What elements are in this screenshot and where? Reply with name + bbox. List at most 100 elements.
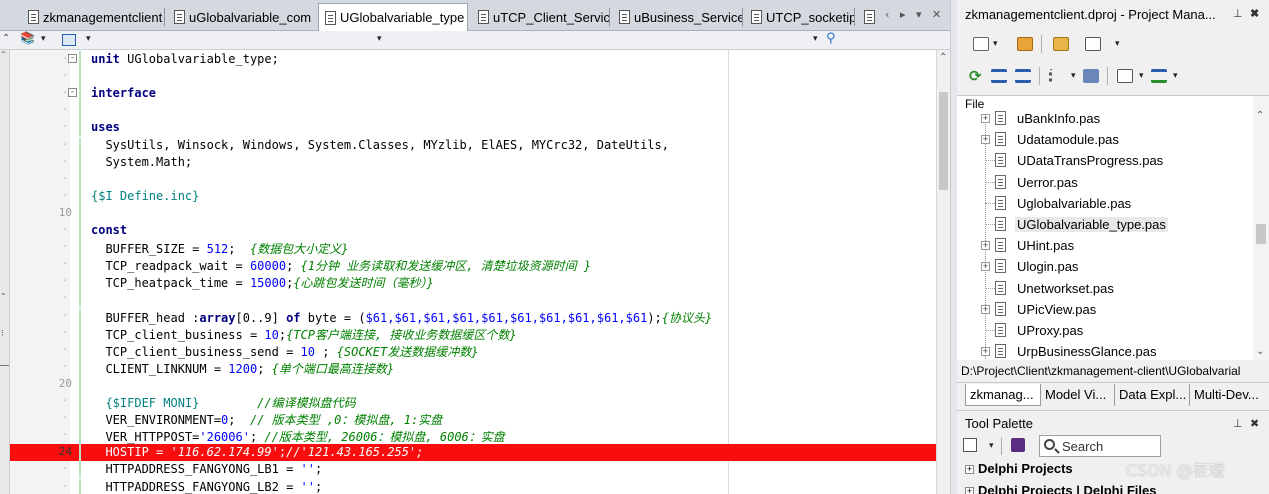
tab-zkmanagementclient[interactable]: zkmanagementclient xyxy=(22,5,165,29)
chevron-down-icon[interactable]: ▾ xyxy=(1173,71,1178,81)
code-line[interactable]: · SysUtils, Winsock, Windows, System.Cla… xyxy=(10,136,936,154)
tab-ubusiness-service[interactable]: uBusiness_Service xyxy=(613,5,743,29)
class-dropdown-arrow-icon[interactable]: ▾ xyxy=(377,34,382,44)
collapse-all-icon[interactable] xyxy=(1015,69,1031,83)
view-icon[interactable] xyxy=(1085,37,1101,51)
tab-project-manager[interactable]: zkmanag... xyxy=(965,384,1041,406)
code-line[interactable]: · xyxy=(10,290,936,308)
chevron-down-icon[interactable]: ▾ xyxy=(1115,39,1120,49)
editor-vertical-scrollbar[interactable]: ⌃ xyxy=(936,50,950,494)
collapse-arrow-icon[interactable]: ⌃ xyxy=(2,33,10,44)
code-line[interactable]: · BUFFER_head :array[0..9] of byte = ($6… xyxy=(10,307,936,325)
list-icon[interactable] xyxy=(1049,69,1065,83)
tree-item-file[interactable]: UProxy.pas xyxy=(981,320,1253,341)
build-icon[interactable] xyxy=(1083,69,1099,83)
expand-icon[interactable]: + xyxy=(981,135,990,145)
search-icon[interactable]: ⚲ xyxy=(826,31,836,46)
tree-item-file[interactable]: Uerror.pas xyxy=(981,172,1253,193)
tab-uglobalvariable-com[interactable]: uGlobalvariable_com xyxy=(168,5,316,29)
palette-category-delphi-projects[interactable]: + Delphi Projects xyxy=(965,461,1073,476)
chevron-down-icon[interactable]: ▾ xyxy=(989,441,994,451)
tree-item-file[interactable]: Unetworkset.pas xyxy=(981,278,1253,299)
add-file-icon[interactable] xyxy=(1017,37,1033,51)
code-line[interactable]: · xyxy=(10,170,936,188)
close-icon[interactable]: ✖ xyxy=(1250,417,1259,430)
code-line[interactable]: · - interface xyxy=(10,85,936,103)
code-line[interactable]: · System.Math; xyxy=(10,153,936,171)
code-line[interactable]: · xyxy=(10,102,936,120)
tab-data-explorer[interactable]: Data Expl... xyxy=(1115,384,1190,406)
code-line[interactable]: · TCP_readpack_wait = 60000; {1分钟 业务读取和发… xyxy=(10,256,936,274)
expand-icon[interactable]: + xyxy=(981,262,990,272)
fold-toggle-icon[interactable]: - xyxy=(68,54,77,63)
chevron-down-icon[interactable]: ▾ xyxy=(1139,71,1144,81)
expand-all-icon[interactable] xyxy=(991,69,1007,83)
tab-model-view[interactable]: Model Vi... xyxy=(1041,384,1115,406)
tree-item-file[interactable]: + uBankInfo.pas xyxy=(981,108,1253,129)
tab-scroll-left-icon[interactable]: ‹ xyxy=(885,8,889,21)
fold-toggle-icon[interactable]: - xyxy=(68,88,77,98)
expand-icon[interactable]: + xyxy=(965,487,974,494)
palette-category-delphi-files[interactable]: + Delphi Projects | Delphi Files xyxy=(965,483,1156,494)
configuration-icon[interactable] xyxy=(1117,69,1133,83)
close-icon[interactable]: ✕ xyxy=(932,8,941,21)
highlighted-code-line[interactable]: 24 HOSTIP = '116.62.174.99';//'121.43.16… xyxy=(10,444,936,462)
expand-icon[interactable]: + xyxy=(981,347,990,357)
code-line[interactable]: · TCP_client_business_send = 10 ; {SOCKE… xyxy=(10,341,936,359)
pin-icon[interactable]: ⊥ xyxy=(1233,417,1243,430)
chevron-down-icon[interactable]: ▾ xyxy=(993,39,998,49)
chevron-down-icon[interactable]: ▾ xyxy=(41,34,46,44)
code-line[interactable]: · BUFFER_SIZE = 512; {数据包大小定义} xyxy=(10,239,936,257)
code-line[interactable]: · VER_HTTPPOST='26006'; //版本类型, 26006：模拟… xyxy=(10,427,936,445)
code-line[interactable]: · TCP_client_business = 10;{TCP客户端连接, 接收… xyxy=(10,324,936,342)
code-line[interactable]: · HTTPADDRESS_FANGYONG_LB1 = ''; xyxy=(10,461,936,479)
new-item-icon[interactable] xyxy=(973,37,989,51)
tab-scroll-right-icon[interactable]: ▸ xyxy=(900,8,906,21)
code-line[interactable]: · {$I Define.inc} xyxy=(10,187,936,205)
tree-item-file[interactable]: + Udatamodule.pas xyxy=(981,129,1253,150)
chevron-down-icon[interactable]: ▾ xyxy=(1071,71,1076,81)
scroll-down-arrow-icon[interactable]: ⌄ xyxy=(1256,346,1264,357)
panel-splitter[interactable] xyxy=(950,0,957,494)
scroll-up-arrow-icon[interactable]: ⌃ xyxy=(939,52,947,63)
chevron-down-icon[interactable]: ▾ xyxy=(86,34,91,44)
code-line[interactable]: · TCP_heatpack_time = 15000;{心跳包发送时间（毫秒）… xyxy=(10,273,936,291)
method-dropdown-arrow-icon[interactable]: ▾ xyxy=(813,34,818,44)
tree-vertical-scrollbar[interactable]: ⌃ ⌄ xyxy=(1253,96,1269,360)
tab-uglobalvariable-type[interactable]: UGlobalvariable_type xyxy=(318,3,468,31)
expand-icon[interactable]: + xyxy=(981,304,990,314)
palette-filter-icon[interactable] xyxy=(1011,438,1025,452)
palette-category-icon[interactable] xyxy=(963,438,977,452)
code-line[interactable]: · - unit UGlobalvariable_type; xyxy=(10,51,936,68)
expand-icon[interactable]: + xyxy=(981,114,990,123)
platform-icon[interactable] xyxy=(1151,69,1167,83)
scrollbar-thumb[interactable] xyxy=(939,92,948,190)
code-line[interactable]: · CLIENT_LINKNUM = 1200; {单个端口最高连接数} xyxy=(10,358,936,376)
code-line[interactable]: · const xyxy=(10,222,936,239)
tab-multi-device[interactable]: Multi-Dev... xyxy=(1190,384,1269,406)
refresh-icon[interactable]: ⟳ xyxy=(969,69,985,84)
scroll-up-arrow-icon[interactable]: ⌃ xyxy=(1256,110,1264,121)
tool-palette-search-input[interactable]: Search xyxy=(1039,435,1161,457)
expand-icon[interactable]: + xyxy=(965,465,974,474)
tree-item-file[interactable]: Uglobalvariable.pas xyxy=(981,193,1253,214)
code-line[interactable]: · VER_ENVIRONMENT=0; // 版本类型 ,0：模拟盘, 1:实… xyxy=(10,410,936,428)
code-line[interactable]: · xyxy=(10,68,936,86)
tab-utcp-socketip[interactable]: UTCP_socketip xyxy=(745,5,855,29)
books-icon[interactable]: 📚 xyxy=(20,31,35,45)
tree-item-file[interactable]: + UPicView.pas xyxy=(981,299,1253,320)
close-icon[interactable]: ✖ xyxy=(1250,7,1259,20)
pin-icon[interactable]: ⊥ xyxy=(1233,7,1243,20)
tree-item-file[interactable]: UGlobalvariable_type.pas xyxy=(981,214,1253,235)
tab-utcp-client-service[interactable]: uTCP_Client_Service xyxy=(472,5,610,29)
code-line[interactable]: 20 xyxy=(10,375,936,393)
expand-icon[interactable]: + xyxy=(981,241,990,251)
tab-list-dropdown-icon[interactable]: ▾ xyxy=(916,8,922,21)
code-line[interactable]: · uses xyxy=(10,119,936,137)
scrollbar-thumb[interactable] xyxy=(1256,224,1266,244)
structure-icon[interactable] xyxy=(62,34,76,46)
tree-item-file[interactable]: UDataTransProgress.pas xyxy=(981,150,1253,171)
tab-overflow[interactable] xyxy=(858,5,882,29)
code-editor[interactable]: ⌃ ⌄ ⁝ · - unit UGlobalvariable_type; · · - int… xyxy=(0,50,950,494)
folder-icon[interactable] xyxy=(1053,37,1069,51)
